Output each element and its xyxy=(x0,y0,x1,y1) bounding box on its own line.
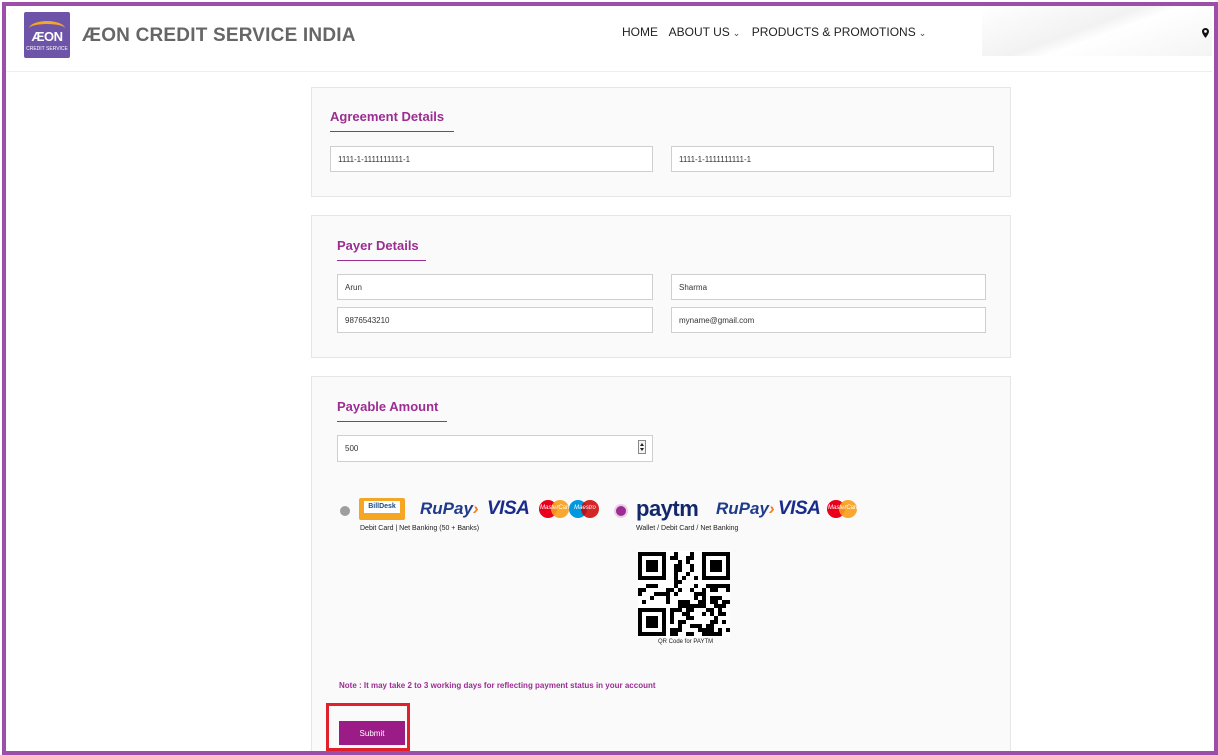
payer-title: Payer Details xyxy=(337,238,426,261)
logo-text: ÆON xyxy=(31,29,64,44)
billdesk-label: Debit Card | Net Banking (50 + Banks) xyxy=(360,525,480,532)
submit-highlight-box xyxy=(326,703,410,751)
chevron-down-icon: ⌄ xyxy=(918,28,927,38)
site-header: ÆON CREDIT SERVICE ÆON CREDIT SERVICE IN… xyxy=(6,6,1212,72)
paytm-logo: paytm xyxy=(636,496,699,521)
agreement-title: Agreement Details xyxy=(330,109,454,132)
amount-input[interactable] xyxy=(337,435,653,462)
qr-caption: QR Code for PAYTM xyxy=(658,639,714,645)
payable-title: Payable Amount xyxy=(337,399,447,422)
header-decoration xyxy=(982,6,1212,56)
brand-name: ÆON CREDIT SERVICE INDIA xyxy=(82,25,356,46)
rupay-logo: RuPay› xyxy=(420,499,479,518)
amount-stepper xyxy=(337,435,653,462)
billdesk-radio[interactable] xyxy=(340,506,350,516)
agreement-number-confirm-field[interactable] xyxy=(671,146,994,172)
mastercard-logo: MasterCard xyxy=(827,500,859,518)
billdesk-logo: BillDesk xyxy=(359,498,405,520)
visa-logo: VISA xyxy=(487,498,530,519)
email-field[interactable] xyxy=(671,307,986,333)
nav-home[interactable]: HOME xyxy=(622,25,658,39)
spinner-arrows-icon[interactable] xyxy=(638,440,646,454)
location-pin-icon[interactable] xyxy=(1202,28,1209,41)
nav-products-promotions[interactable]: PRODUCTS & PROMOTIONS ⌄ xyxy=(752,25,927,39)
maestro-logo: Maestro xyxy=(569,500,599,518)
aeon-logo[interactable]: ÆON CREDIT SERVICE xyxy=(24,12,70,58)
chevron-down-icon: ⌄ xyxy=(732,28,741,38)
agreement-card: Agreement Details xyxy=(311,87,1011,197)
first-name-field[interactable] xyxy=(337,274,653,300)
phone-field[interactable] xyxy=(337,307,653,333)
mastercard-logo: MasterCard xyxy=(539,500,571,518)
payable-card: Payable Amount BillDesk RuPay› VISA Mast… xyxy=(311,376,1011,755)
paytm-label: Wallet / Debit Card / Net Banking xyxy=(636,525,739,532)
billdesk-logos: BillDesk RuPay› VISA MasterCard Maestro xyxy=(359,496,609,520)
paytm-qr-code xyxy=(638,551,730,637)
visa-logo: VISA xyxy=(778,498,821,519)
paytm-radio[interactable] xyxy=(616,506,626,516)
payment-note: Note : It may take 2 to 3 working days f… xyxy=(339,681,656,690)
agreement-number-field[interactable] xyxy=(330,146,653,172)
last-name-field[interactable] xyxy=(671,274,986,300)
payer-card: Payer Details xyxy=(311,215,1011,358)
logo-subtext: CREDIT SERVICE xyxy=(26,46,68,52)
paytm-logos: paytm RuPay› VISA MasterCard xyxy=(636,496,866,521)
nav-about-us[interactable]: ABOUT US ⌄ xyxy=(669,25,741,39)
rupay-logo: RuPay› xyxy=(716,499,775,518)
main-nav: HOME ABOUT US ⌄ PRODUCTS & PROMOTIONS ⌄ xyxy=(622,25,934,39)
